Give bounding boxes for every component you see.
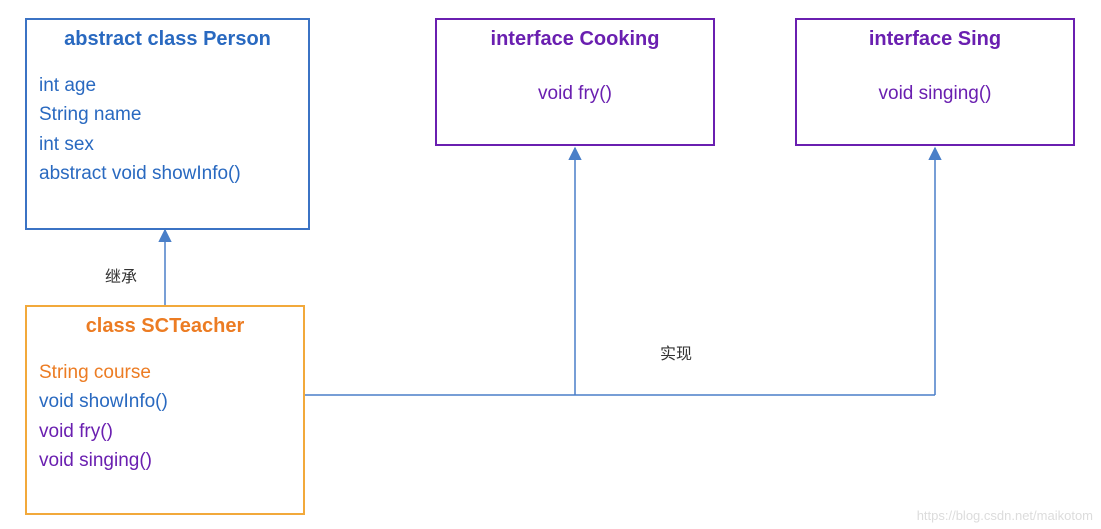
person-member-sex: int sex — [39, 130, 296, 159]
person-member-showinfo: abstract void showInfo() — [39, 159, 296, 188]
sing-title: interface Sing — [809, 28, 1061, 51]
scteacher-method-singing: void singing() — [39, 446, 291, 475]
interface-box-cooking: interface Cooking void fry() — [435, 18, 715, 146]
class-box-person: abstract class Person int age String nam… — [25, 18, 310, 230]
scteacher-method-showinfo: void showInfo() — [39, 387, 291, 416]
person-member-name: String name — [39, 100, 296, 129]
sing-method-singing: void singing() — [809, 79, 1061, 108]
class-box-scteacher: class SCTeacher String course void showI… — [25, 305, 305, 515]
watermark: https://blog.csdn.net/maikotom — [917, 508, 1093, 523]
scteacher-method-fry: void fry() — [39, 417, 291, 446]
cooking-method-fry: void fry() — [449, 79, 701, 108]
label-inherit: 继承 — [105, 263, 137, 287]
person-title: abstract class Person — [39, 28, 296, 51]
cooking-title: interface Cooking — [449, 28, 701, 51]
interface-box-sing: interface Sing void singing() — [795, 18, 1075, 146]
scteacher-title: class SCTeacher — [39, 315, 291, 338]
label-implement: 实现 — [660, 340, 692, 364]
scteacher-field-course: String course — [39, 358, 291, 387]
person-member-age: int age — [39, 71, 296, 100]
